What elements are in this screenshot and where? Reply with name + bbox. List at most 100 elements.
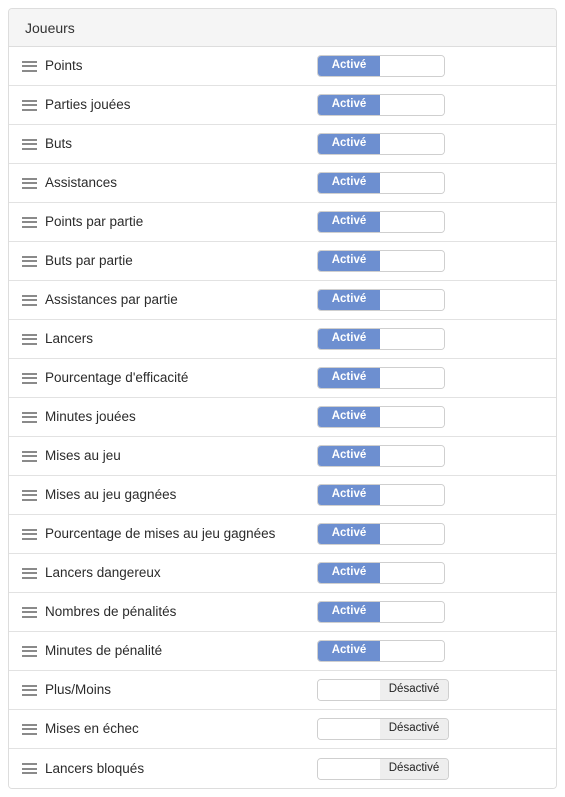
drag-handle-icon[interactable] [22,411,37,423]
stat-label: Buts par partie [45,253,133,269]
stat-toggle[interactable]: Activé [317,172,445,194]
toggle-state-label: Activé [318,407,380,427]
toggle-state-label: Activé [318,290,380,310]
drag-handle-icon[interactable] [22,606,37,618]
toggle-knob [380,329,444,349]
toggle-knob [380,368,444,388]
toggle-state-label: Activé [318,95,380,115]
stat-toggle[interactable]: Activé [317,445,445,467]
stat-label: Parties jouées [45,97,131,113]
toggle-state-label: Activé [318,212,380,232]
toggle-state-label: Activé [318,329,380,349]
table-row: Minutes de pénalité Activé [9,632,556,671]
table-row: Mises au jeu gagnées Activé [9,476,556,515]
drag-handle-icon[interactable] [22,177,37,189]
toggle-knob [380,173,444,193]
stat-toggle[interactable]: Activé [317,289,445,311]
toggle-state-label: Activé [318,524,380,544]
stat-label: Plus/Moins [45,682,112,698]
toggle-state-label: Activé [318,368,380,388]
drag-handle-icon[interactable] [22,489,37,501]
stat-label: Assistances par partie [45,292,178,308]
stat-label: Pourcentage d'efficacité [45,370,189,386]
toggle-knob [380,212,444,232]
stat-toggle[interactable]: Activé [317,640,445,662]
toggle-knob [318,758,380,779]
toggle-knob [318,680,380,700]
stat-toggle[interactable]: Activé [317,484,445,506]
toggle-state-label: Activé [318,251,380,271]
toggle-knob [380,446,444,466]
stat-label: Points par partie [45,214,144,230]
stat-label: Lancers [45,331,94,347]
toggle-state-label: Activé [318,485,380,505]
page-title: Joueurs [25,19,75,36]
stat-toggle[interactable]: Activé [317,523,445,545]
stat-toggle[interactable]: Activé [317,367,445,389]
toggle-knob [380,641,444,661]
stat-toggle[interactable]: Désactivé [317,757,449,780]
toggle-knob [380,602,444,622]
table-row: Lancers dangereux Activé [9,554,556,593]
drag-handle-icon[interactable] [22,684,37,696]
table-row: Points Activé [9,47,556,86]
drag-handle-icon[interactable] [22,450,37,462]
stat-toggle[interactable]: Activé [317,211,445,233]
panel-header: Joueurs [9,9,556,47]
toggle-knob [380,95,444,115]
toggle-knob [318,719,380,739]
table-row: Minutes jouées Activé [9,398,556,437]
table-row: Parties jouées Activé [9,86,556,125]
stat-label: Nombres de pénalités [45,604,177,620]
table-row: Mises en échec Désactivé [9,710,556,749]
toggle-state-label: Activé [318,173,380,193]
stat-toggle[interactable]: Activé [317,94,445,116]
stat-toggle[interactable]: Activé [317,250,445,272]
toggle-knob [380,290,444,310]
stat-label: Minutes jouées [45,409,136,425]
drag-handle-icon[interactable] [22,723,37,735]
stat-toggle[interactable]: Activé [317,328,445,350]
stat-toggle[interactable]: Désactivé [317,718,449,740]
drag-handle-icon[interactable] [22,99,37,111]
toggle-state-label: Activé [318,446,380,466]
stat-label: Points [45,58,83,74]
table-row: Points par partie Activé [9,203,556,242]
toggle-state-label: Désactivé [380,680,448,700]
table-row: Assistances Activé [9,164,556,203]
stat-toggle[interactable]: Activé [317,562,445,584]
stat-toggle[interactable]: Activé [317,55,445,77]
toggle-state-label: Activé [318,134,380,154]
table-row: Buts Activé [9,125,556,164]
toggle-knob [380,407,444,427]
drag-handle-icon[interactable] [22,255,37,267]
stat-toggle[interactable]: Activé [317,601,445,623]
table-row: Plus/Moins Désactivé [9,671,556,710]
stat-toggle[interactable]: Activé [317,133,445,155]
stat-toggle[interactable]: Activé [317,406,445,428]
drag-handle-icon[interactable] [22,372,37,384]
table-row: Pourcentage de mises au jeu gagnées Activ… [9,515,556,554]
stat-label: Mises en échec [45,721,139,737]
stat-label: Minutes de pénalité [45,643,163,659]
drag-handle-icon[interactable] [22,333,37,345]
drag-handle-icon[interactable] [22,528,37,540]
drag-handle-icon[interactable] [22,216,37,228]
drag-handle-icon[interactable] [22,294,37,306]
stat-toggle[interactable]: Désactivé [317,679,449,701]
drag-handle-icon[interactable] [22,138,37,150]
drag-handle-icon[interactable] [22,763,37,774]
toggle-knob [380,251,444,271]
toggle-state-label: Activé [318,56,380,76]
toggle-knob [380,56,444,76]
stat-label: Assistances [45,175,118,191]
toggle-knob [380,563,444,583]
toggle-knob [380,524,444,544]
drag-handle-icon[interactable] [22,567,37,579]
drag-handle-icon[interactable] [22,60,37,72]
stat-label: Lancers dangereux [45,565,161,581]
drag-handle-icon[interactable] [22,645,37,657]
joueurs-settings-panel: Joueurs Points Activé Parties jouées Activé… [8,8,557,789]
toggle-state-label: Activé [318,641,380,661]
stat-label: Buts [45,136,73,152]
